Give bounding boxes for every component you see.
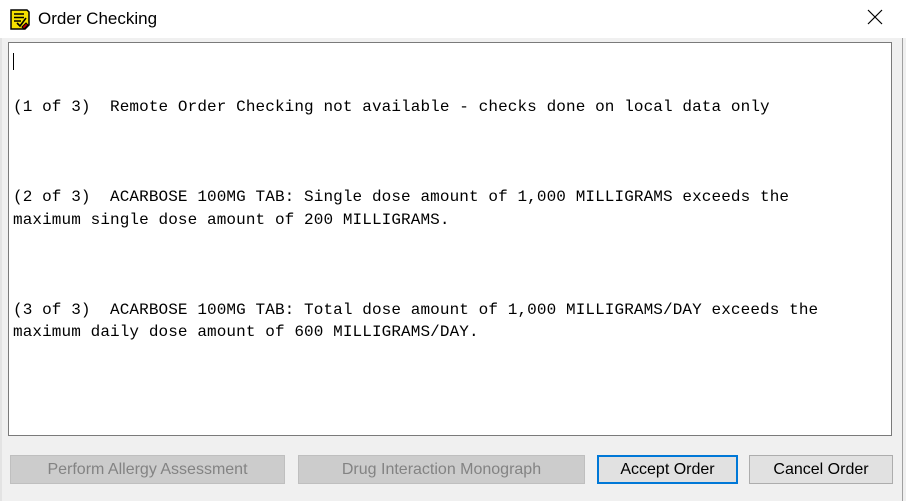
order-check-message-2: (2 of 3) ACARBOSE 100MG TAB: Single dose… (13, 188, 790, 229)
drug-interaction-monograph-button[interactable]: Drug Interaction Monograph (298, 455, 585, 484)
order-checking-dialog: Order Checking (1 of 3) Remote Order Che… (0, 0, 906, 501)
window-title: Order Checking (38, 9, 158, 28)
perform-allergy-assessment-button[interactable]: Perform Allergy Assessment (10, 455, 285, 484)
right-edge (899, 38, 906, 501)
close-icon (867, 9, 883, 30)
accept-order-button[interactable]: Accept Order (597, 455, 738, 484)
order-check-message-1: (1 of 3) Remote Order Checking not avail… (13, 98, 770, 116)
order-check-messages-memo[interactable]: (1 of 3) Remote Order Checking not avail… (8, 42, 892, 436)
order-checking-app-icon (8, 8, 32, 30)
left-edge (0, 38, 2, 501)
cancel-order-button[interactable]: Cancel Order (749, 455, 893, 484)
memo-text: (1 of 3) Remote Order Checking not avail… (13, 51, 891, 389)
title-bar[interactable]: Order Checking (0, 0, 906, 38)
close-button[interactable] (846, 0, 904, 38)
order-check-message-3: (3 of 3) ACARBOSE 100MG TAB: Total dose … (13, 300, 819, 342)
